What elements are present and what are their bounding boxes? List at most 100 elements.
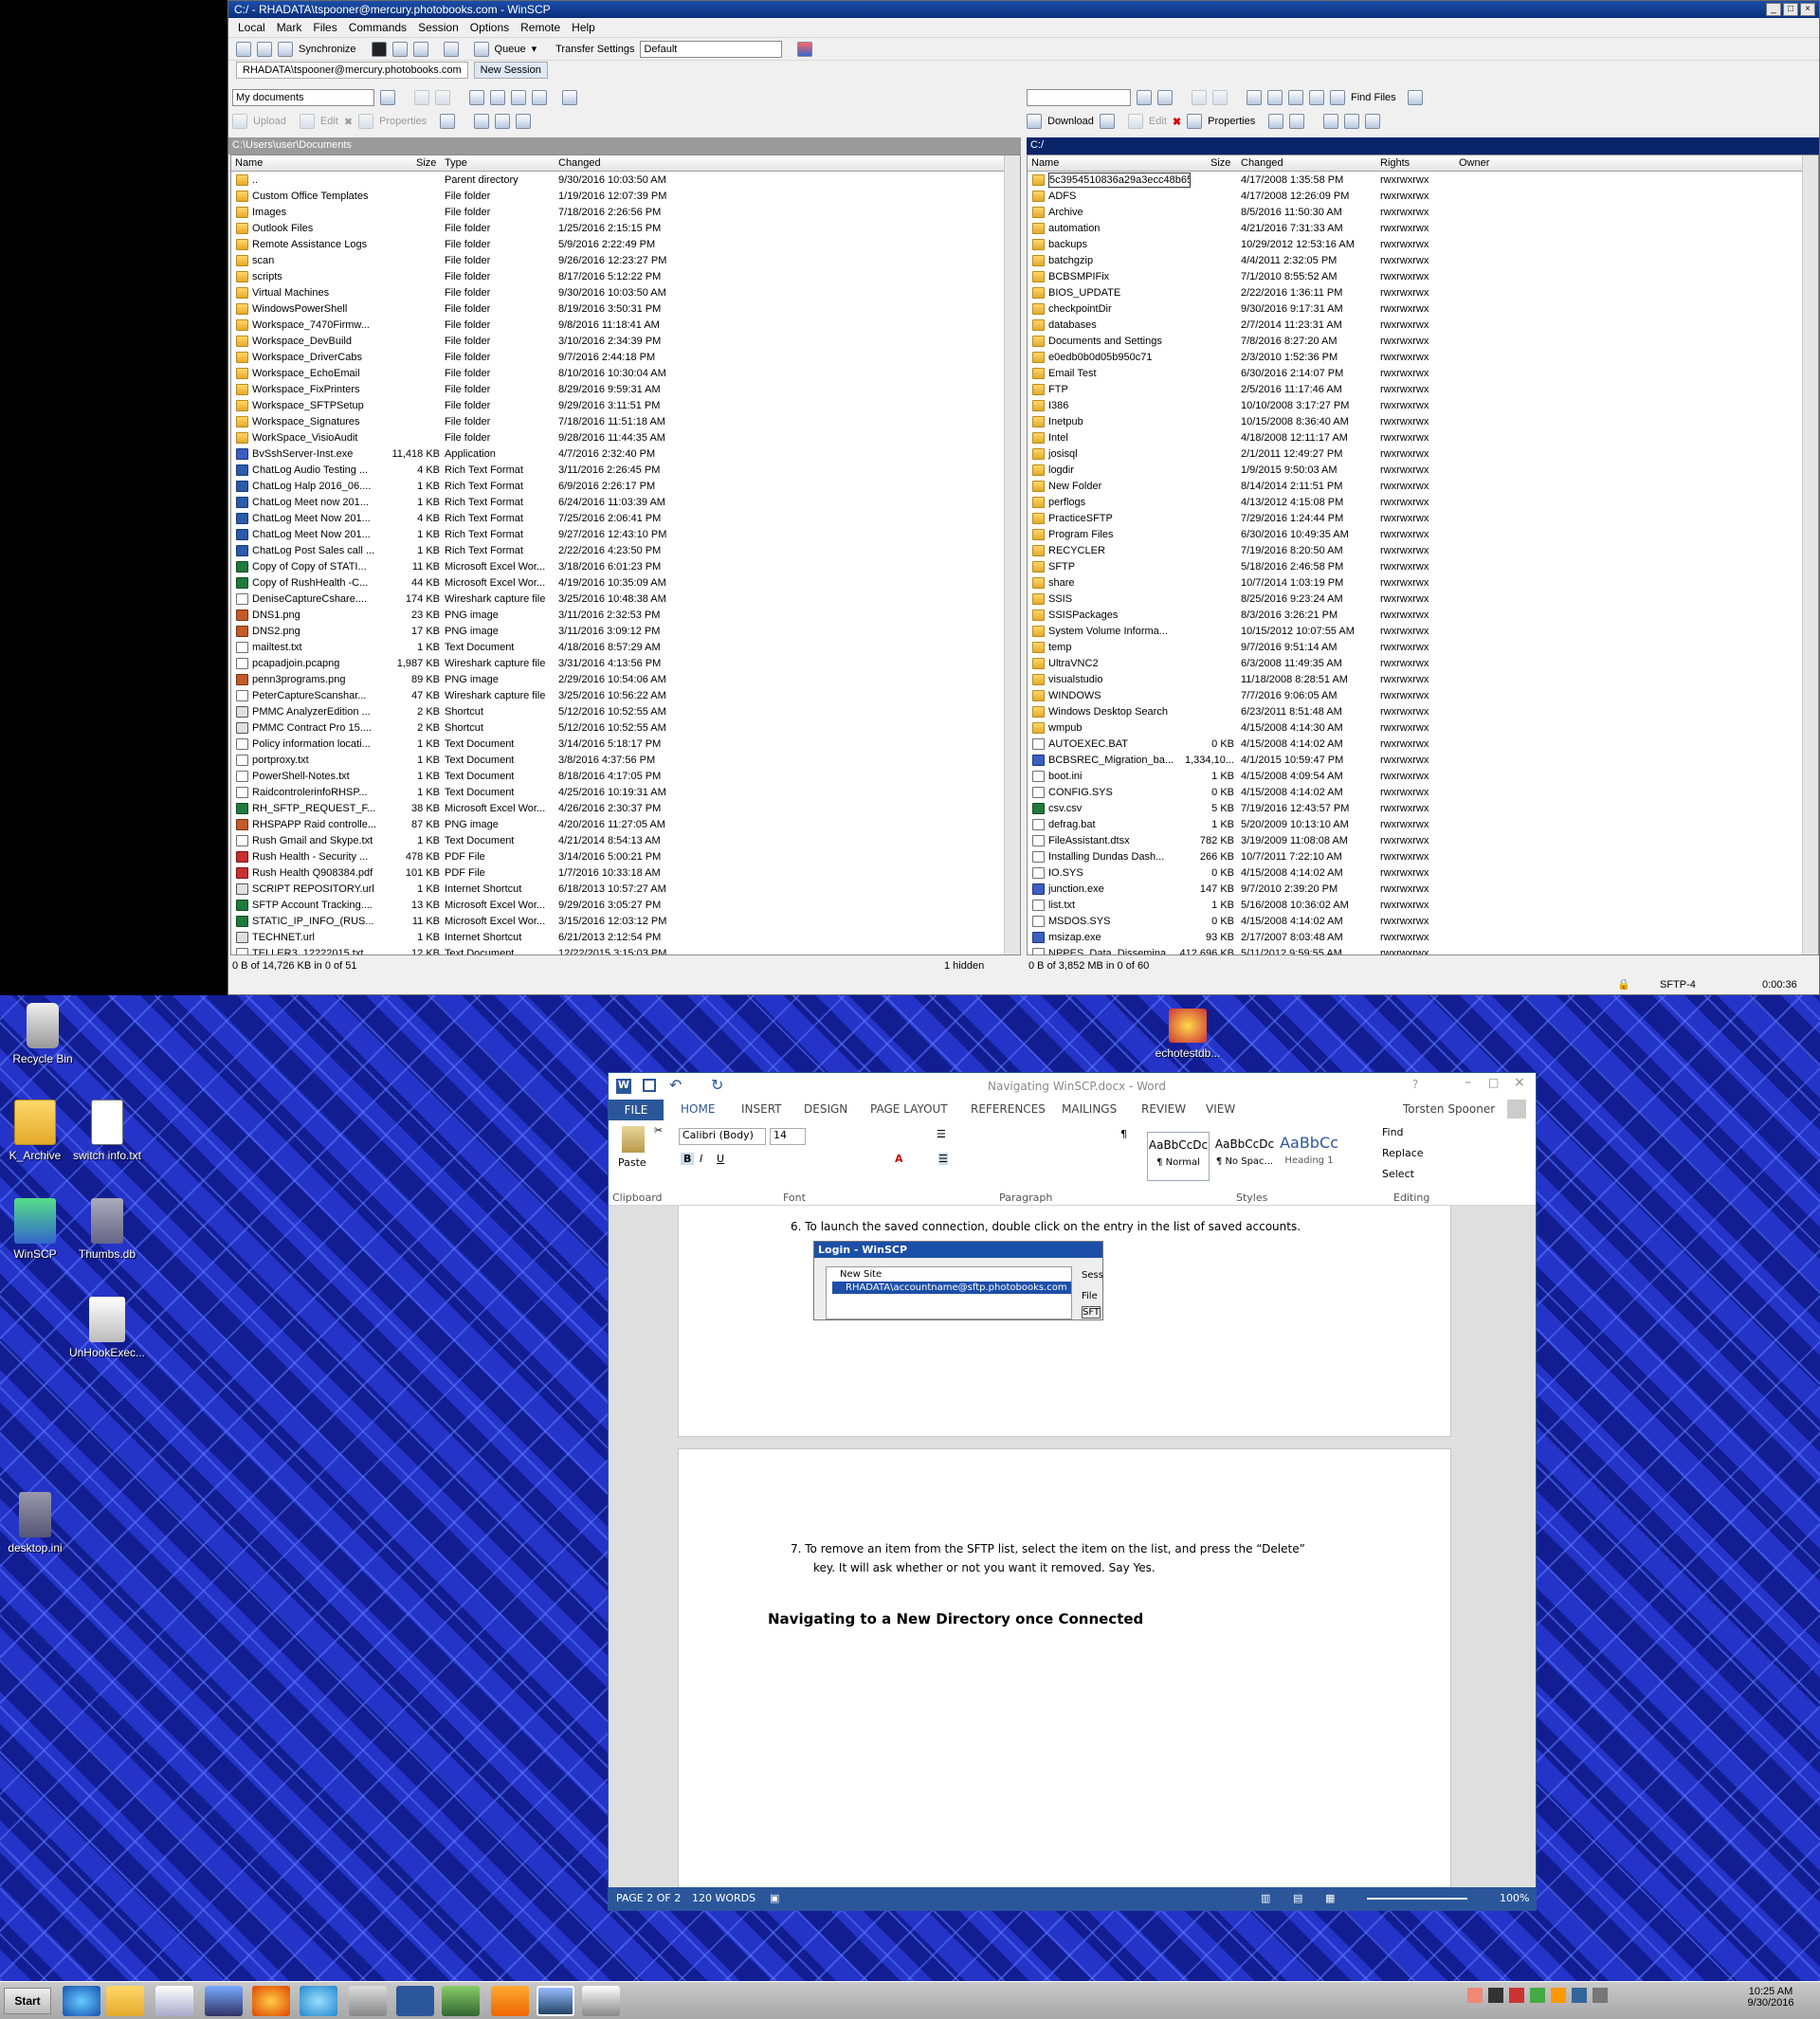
file-row[interactable]: BvSshServer-Inst.exe 11,418 KB Application… <box>231 446 1020 463</box>
home-icon[interactable] <box>1288 90 1303 105</box>
save-icon[interactable] <box>643 1079 656 1092</box>
file-row[interactable]: ChatLog Meet now 201... 1 KB Rich Text For… <box>231 495 1020 511</box>
file-row[interactable]: scripts File folder 8/17/2016 5:12:22 PM <box>231 269 1020 285</box>
web-layout-icon[interactable]: ▦ <box>1325 1887 1335 1910</box>
tab-file[interactable]: FILE <box>609 1100 664 1120</box>
font-color-icon[interactable]: A <box>895 1153 903 1165</box>
file-row[interactable]: Remote Assistance Logs File folder 5/9/201… <box>231 237 1020 253</box>
close-button[interactable]: × <box>1514 1075 1525 1090</box>
menu-mark[interactable]: Mark <box>277 18 302 37</box>
file-row[interactable]: SSIS 8/25/2016 9:23:24 AM rwxrwxrwx <box>1028 591 1818 608</box>
menu-help[interactable]: Help <box>572 18 595 37</box>
file-row[interactable]: Copy of Copy of STATI... 11 KB Microsoft E… <box>231 559 1020 575</box>
menu-session[interactable]: Session <box>418 18 459 37</box>
print-layout-icon[interactable]: ▤ <box>1293 1887 1302 1910</box>
file-row[interactable]: Rush Health Q908384.pdf 101 KB PDF File 1/7… <box>231 865 1020 882</box>
replace-button[interactable]: Replace <box>1382 1147 1424 1159</box>
clock[interactable]: 10:25 AM 9/30/2016 <box>1733 1986 1809 2009</box>
properties-button[interactable]: Properties <box>379 116 427 127</box>
recycle-bin-icon[interactable]: Recycle Bin <box>0 1003 85 1065</box>
terminal-icon[interactable] <box>412 41 428 57</box>
file-row[interactable]: PowerShell-Notes.txt 1 KB Text Document 8/1… <box>231 769 1020 785</box>
zoom-level[interactable]: 100% <box>1500 1887 1529 1910</box>
file-row[interactable]: PracticeSFTP 7/29/2016 1:24:44 PM rwxrwxrw… <box>1028 511 1818 527</box>
new-folder-icon[interactable] <box>1268 114 1284 129</box>
link-icon[interactable] <box>1289 114 1305 129</box>
file-row[interactable]: Outlook Files File folder 1/25/2016 2:15:1… <box>231 221 1020 237</box>
back-icon[interactable] <box>414 90 429 105</box>
file-row[interactable]: Inetpub 10/15/2008 8:36:40 AM rwxrwxrwx <box>1028 414 1818 430</box>
file-row[interactable]: AUTOEXEC.BAT 0 KB 4/15/2008 4:14:02 AM rwxr… <box>1028 737 1818 753</box>
tray-icon[interactable] <box>1488 1988 1503 2003</box>
help-icon[interactable]: ? <box>1412 1078 1418 1091</box>
file-row[interactable]: ADFS 4/17/2008 12:26:09 PM rwxrwxrwx <box>1028 189 1818 205</box>
find-files-button[interactable]: Find Files <box>1351 92 1396 103</box>
zoom-slider[interactable] <box>1367 1898 1467 1900</box>
thumbs-db-icon[interactable]: Thumbs.db <box>64 1198 150 1261</box>
file-row[interactable]: Workspace_Signatures File folder 7/18/2016… <box>231 414 1020 430</box>
column-name[interactable]: Name <box>235 157 263 169</box>
transfer-icon[interactable] <box>1099 114 1115 129</box>
file-row[interactable]: mailtest.txt 1 KB Text Document 4/18/2016 8… <box>231 640 1020 656</box>
bold-button[interactable]: B <box>681 1153 695 1165</box>
step-6-text[interactable]: 6. To launch the saved connection, doubl… <box>791 1220 1301 1233</box>
file-row[interactable]: Installing Dundas Dash... 266 KB 10/7/2011… <box>1028 849 1818 865</box>
file-row[interactable]: boot.ini 1 KB 4/15/2008 4:09:54 AM rwxrwxrw… <box>1028 769 1818 785</box>
file-row[interactable]: defrag.bat 1 KB 5/20/2009 10:13:10 AM rwxrw… <box>1028 817 1818 833</box>
synchronize-button[interactable]: Synchronize <box>299 44 356 55</box>
winscp-titlebar[interactable]: C:/ - RHADATA\tspooner@mercury.photobook… <box>228 1 1819 18</box>
remove-icon[interactable] <box>495 114 511 129</box>
page-count[interactable]: PAGE 2 OF 2 <box>616 1887 681 1910</box>
new-folder-icon[interactable] <box>440 114 456 129</box>
column-type[interactable]: Type <box>445 157 467 169</box>
font-select[interactable]: Calibri (Body) <box>679 1128 766 1145</box>
cut-icon[interactable]: ✂ <box>654 1124 663 1137</box>
file-row[interactable]: BCBSREC_Migration_ba... 1,334,10... 4/1/20… <box>1028 753 1818 769</box>
step-7-continued[interactable]: key. It will ask whether or not you want… <box>813 1561 1156 1574</box>
select-filter-icon[interactable] <box>1365 114 1381 129</box>
file-row[interactable]: share 10/7/2014 1:03:19 PM rwxrwxrwx <box>1028 575 1818 591</box>
file-row[interactable]: Archive 8/5/2016 11:50:30 AM rwxrwxrwx <box>1028 205 1818 221</box>
start-button[interactable]: Start <box>4 1988 51 2014</box>
file-row[interactable]: SFTP Account Tracking.... 13 KB Microsoft … <box>231 898 1020 914</box>
paste-icon[interactable] <box>622 1126 645 1153</box>
switch-info-icon[interactable]: switch info.txt <box>64 1100 150 1162</box>
transfer-settings-select[interactable]: Default <box>640 40 783 58</box>
align-left-icon[interactable]: ☰ <box>938 1153 948 1165</box>
file-row[interactable]: csv.csv 5 KB 7/19/2016 12:43:57 PM rwxrwxrw… <box>1028 801 1818 817</box>
file-row[interactable]: NPPES_Data_Dissemina... 412,696 KB 5/11/20… <box>1028 946 1818 955</box>
transfer-profile-icon[interactable] <box>797 41 813 57</box>
left-location-select[interactable]: My documents <box>232 89 374 106</box>
italic-button[interactable]: I <box>700 1153 702 1165</box>
unhookexec-icon[interactable]: UnHookExec... <box>64 1297 150 1359</box>
tray-icon[interactable] <box>1572 1988 1587 2003</box>
file-row[interactable]: System Volume Informa... 10/15/2012 10:07… <box>1028 624 1818 640</box>
file-row[interactable]: Policy information locati... 1 KB Text Doc… <box>231 737 1020 753</box>
tab-view[interactable]: VIEW <box>1206 1102 1235 1116</box>
user-name[interactable]: Torsten Spooner <box>1403 1102 1495 1116</box>
file-row[interactable]: MSDOS.SYS 0 KB 4/15/2008 4:14:02 AM rwxrwxr… <box>1028 914 1818 930</box>
edit-button[interactable]: Edit <box>1149 116 1167 127</box>
chevron-down-icon[interactable]: ▾ <box>532 43 537 55</box>
file-row[interactable]: Copy of RushHealth -C... 44 KB Microsoft E… <box>231 575 1020 591</box>
file-row[interactable]: PMMC AnalyzerEdition ... 2 KB Shortcut 5/12… <box>231 704 1020 720</box>
bullets-icon[interactable]: ☰ <box>937 1128 946 1140</box>
file-row[interactable]: scan File folder 9/26/2016 12:23:27 PM <box>231 253 1020 269</box>
file-row[interactable]: .. Parent directory 9/30/2016 10:03:50 AM <box>231 173 1020 189</box>
word-titlebar[interactable]: W ↶ ↻ Navigating WinSCP.docx - Word ? – … <box>609 1073 1536 1100</box>
file-row[interactable]: IO.SYS 0 KB 4/15/2008 4:14:02 AM rwxrwxrwx <box>1028 865 1818 882</box>
column-changed[interactable]: Changed <box>558 157 601 169</box>
file-row[interactable]: list.txt 1 KB 5/16/2008 10:36:02 AM rwxrwxr… <box>1028 898 1818 914</box>
file-row[interactable]: josisql 2/1/2011 12:49:27 PM rwxrwxrwx <box>1028 446 1818 463</box>
file-row[interactable]: I386 10/10/2008 3:17:27 PM rwxrwxrwx <box>1028 398 1818 414</box>
select-button[interactable]: Select <box>1382 1168 1414 1180</box>
putty-icon[interactable] <box>391 41 408 57</box>
maximize-button[interactable]: □ <box>1488 1076 1499 1089</box>
read-mode-icon[interactable]: ▥ <box>1261 1887 1270 1910</box>
file-row[interactable]: Intel 4/18/2008 12:11:17 AM rwxrwxrwx <box>1028 430 1818 446</box>
network-icon[interactable] <box>205 1986 243 2016</box>
file-row[interactable]: WorkSpace_VisioAudit File folder 9/28/2016… <box>231 430 1020 446</box>
file-row[interactable]: Documents and Settings 7/8/2016 8:27:20 A… <box>1028 334 1818 350</box>
back-icon[interactable] <box>1192 90 1207 105</box>
file-row[interactable]: ChatLog Post Sales call ... 1 KB Rich Text… <box>231 543 1020 559</box>
